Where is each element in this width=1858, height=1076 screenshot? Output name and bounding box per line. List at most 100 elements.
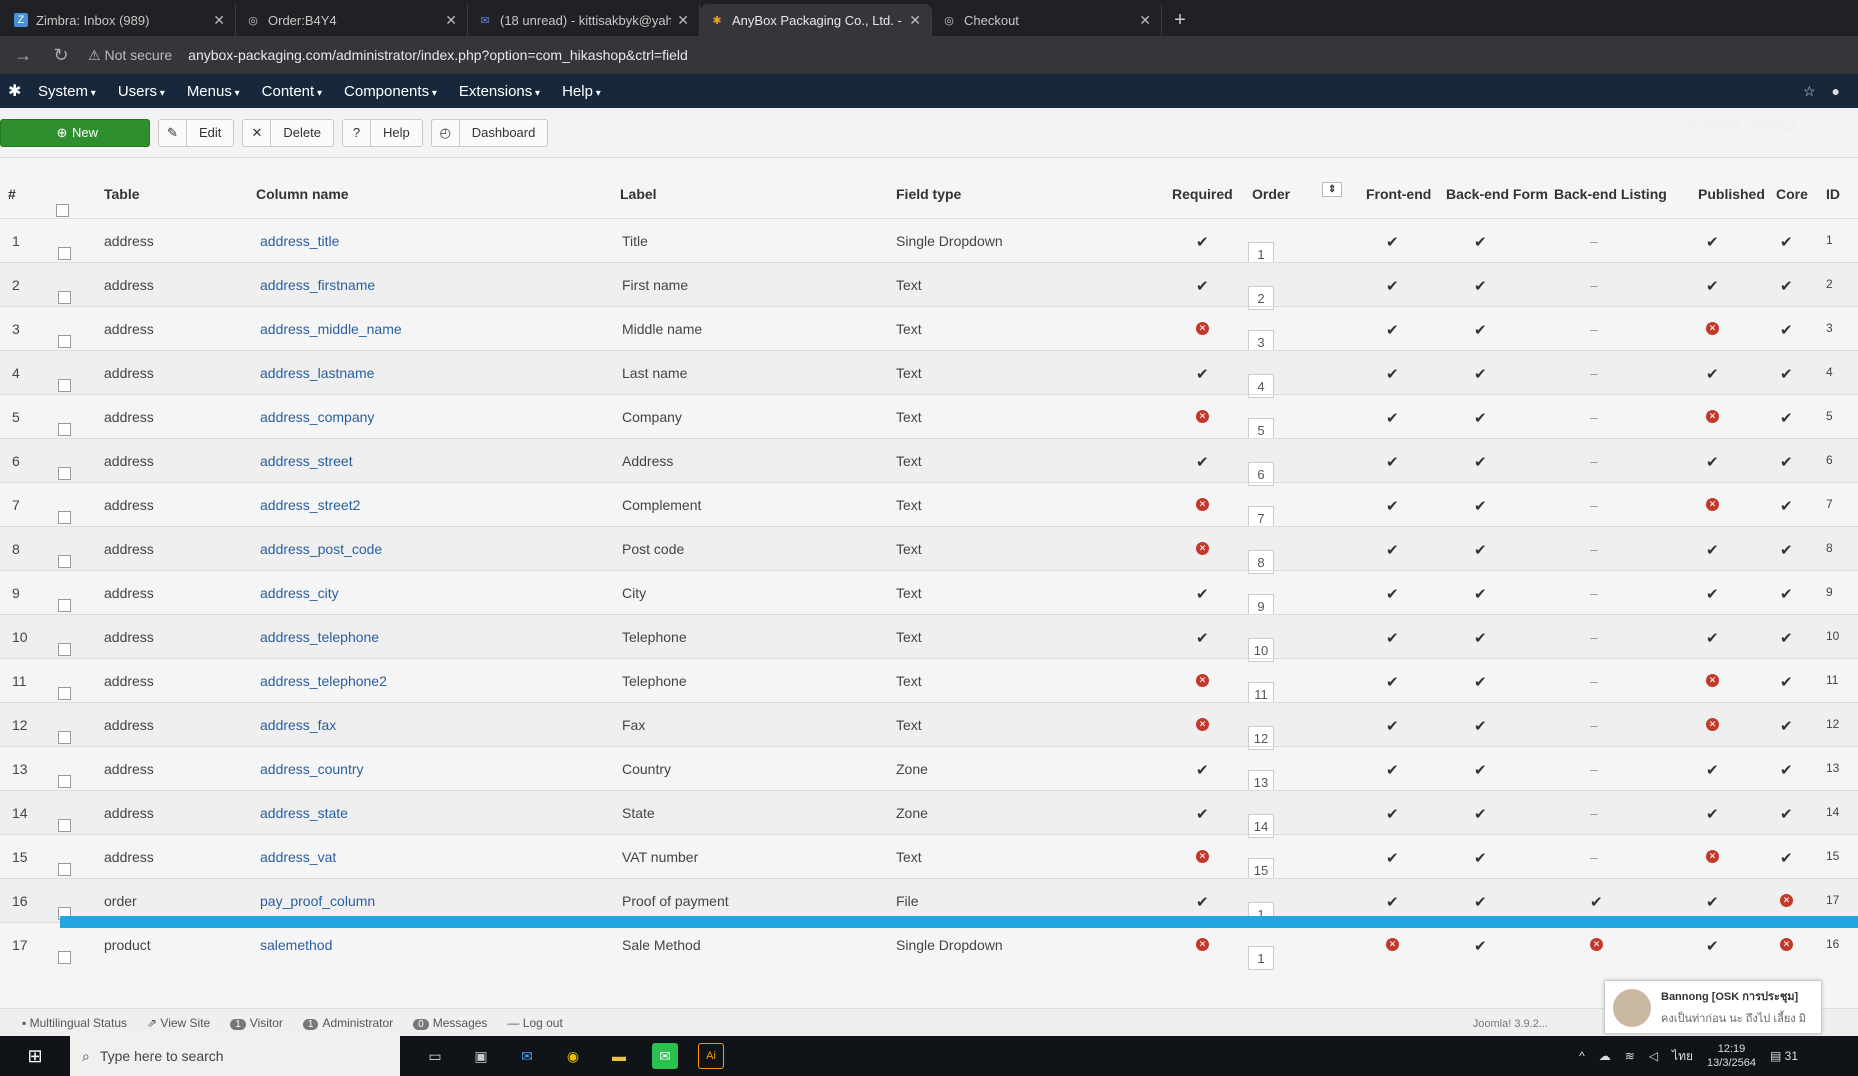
checkbox[interactable] bbox=[58, 423, 71, 436]
required-check-icon[interactable]: ✔ bbox=[1196, 629, 1209, 647]
core-cross-icon[interactable]: ✕ bbox=[1780, 938, 1793, 951]
menu-extensions[interactable]: Extensions bbox=[459, 83, 540, 100]
core-check-icon[interactable]: ✔ bbox=[1780, 321, 1793, 339]
back-end-form-check-icon[interactable]: ✔ bbox=[1474, 893, 1487, 911]
core-check-icon[interactable]: ✔ bbox=[1780, 409, 1793, 427]
back-end-form-check-icon[interactable]: ✔ bbox=[1474, 717, 1487, 735]
core-cross-icon[interactable]: ✕ bbox=[1780, 894, 1793, 907]
logout-link[interactable]: — Log out bbox=[507, 1016, 562, 1030]
front-end-check-icon[interactable]: ✔ bbox=[1386, 629, 1399, 647]
published-check-icon[interactable]: ✔ bbox=[1706, 761, 1719, 779]
joomla-logo-icon[interactable]: ✱ bbox=[8, 81, 28, 101]
checkbox[interactable] bbox=[58, 291, 71, 304]
wifi-icon[interactable]: ≋ bbox=[1625, 1049, 1635, 1063]
back-end-form-check-icon[interactable]: ✔ bbox=[1474, 761, 1487, 779]
table-row[interactable]: 4 address address_lastname Last name Tex… bbox=[0, 350, 1858, 398]
required-check-icon[interactable]: ✔ bbox=[1196, 893, 1209, 911]
required-check-icon[interactable]: ✔ bbox=[1196, 277, 1209, 295]
front-end-check-icon[interactable]: ✔ bbox=[1386, 409, 1399, 427]
checkbox[interactable] bbox=[58, 555, 71, 568]
table-row[interactable]: 8 address address_post_code Post code Te… bbox=[0, 526, 1858, 574]
header-label[interactable]: Label bbox=[620, 186, 657, 202]
required-check-icon[interactable]: ✔ bbox=[1196, 585, 1209, 603]
core-check-icon[interactable]: ✔ bbox=[1780, 805, 1793, 823]
core-check-icon[interactable]: ✔ bbox=[1780, 629, 1793, 647]
save-order-icon[interactable]: ⇕ bbox=[1322, 182, 1343, 197]
published-check-icon[interactable]: ✔ bbox=[1706, 805, 1719, 823]
menu-menus[interactable]: Menus bbox=[187, 83, 240, 100]
core-check-icon[interactable]: ✔ bbox=[1780, 761, 1793, 779]
language-indicator[interactable]: ไทย bbox=[1672, 1047, 1693, 1066]
checkbox[interactable] bbox=[58, 731, 71, 744]
header-required[interactable]: Required bbox=[1172, 186, 1233, 202]
row-column-name-link[interactable]: address_post_code bbox=[260, 541, 382, 557]
chevron-up-icon[interactable]: ^ bbox=[1579, 1049, 1585, 1063]
back-end-form-check-icon[interactable]: ✔ bbox=[1474, 409, 1487, 427]
table-row[interactable]: 9 address address_city City Text ✔ ▲ ▼ 9… bbox=[0, 570, 1858, 618]
clock[interactable]: 12:19 13/3/2564 bbox=[1707, 1042, 1756, 1070]
back-end-form-check-icon[interactable]: ✔ bbox=[1474, 277, 1487, 295]
front-end-check-icon[interactable]: ✔ bbox=[1386, 233, 1399, 251]
task-view-icon[interactable]: ▭ bbox=[422, 1043, 448, 1069]
published-cross-icon[interactable]: ✕ bbox=[1706, 850, 1719, 863]
table-row[interactable]: 12 address address_fax Fax Text ✕ ▲ ▼ 12… bbox=[0, 702, 1858, 750]
header-published[interactable]: Published bbox=[1698, 186, 1765, 202]
front-end-check-icon[interactable]: ✔ bbox=[1386, 849, 1399, 867]
front-end-check-icon[interactable]: ✔ bbox=[1386, 585, 1399, 603]
required-cross-icon[interactable]: ✕ bbox=[1196, 322, 1209, 335]
row-column-name-link[interactable]: address_street bbox=[260, 453, 353, 469]
illustrator-icon[interactable]: Ai bbox=[698, 1043, 724, 1069]
front-end-check-icon[interactable]: ✔ bbox=[1386, 717, 1399, 735]
front-end-check-icon[interactable]: ✔ bbox=[1386, 497, 1399, 515]
row-column-name-link[interactable]: address_telephone2 bbox=[260, 673, 387, 689]
url-field[interactable]: anybox-packaging.com/administrator/index… bbox=[188, 47, 688, 63]
reload-icon[interactable]: ↻ bbox=[50, 45, 72, 66]
required-check-icon[interactable]: ✔ bbox=[1196, 365, 1209, 383]
checkbox[interactable] bbox=[58, 775, 71, 788]
front-end-check-icon[interactable]: ✔ bbox=[1386, 277, 1399, 295]
header-front-end[interactable]: Front-end bbox=[1366, 186, 1431, 202]
chrome-icon[interactable]: ◉ bbox=[560, 1043, 586, 1069]
notification-center-icon[interactable]: ▤ 31 bbox=[1770, 1049, 1798, 1063]
delete-button[interactable]: ✕ Delete bbox=[242, 118, 334, 147]
taskbar-search-input[interactable]: ⌕ Type here to search bbox=[70, 1036, 400, 1076]
published-check-icon[interactable]: ✔ bbox=[1706, 893, 1719, 911]
required-check-icon[interactable]: ✔ bbox=[1196, 805, 1209, 823]
checkbox[interactable] bbox=[58, 863, 71, 876]
row-column-name-link[interactable]: salemethod bbox=[260, 937, 332, 953]
dashboard-button[interactable]: ◴ Dashboard bbox=[430, 118, 549, 147]
view-site-link[interactable]: ⇗ View Site bbox=[147, 1016, 210, 1030]
required-cross-icon[interactable]: ✕ bbox=[1196, 542, 1209, 555]
edit-button[interactable]: ✎ Edit bbox=[158, 118, 235, 147]
close-tab-icon[interactable]: ✕ bbox=[1139, 12, 1151, 29]
table-row[interactable]: 7 address address_street2 Complement Tex… bbox=[0, 482, 1858, 530]
published-cross-icon[interactable]: ✕ bbox=[1706, 674, 1719, 687]
visitor-status[interactable]: 1 Visitor bbox=[230, 1016, 283, 1030]
row-column-name-link[interactable]: address_telephone bbox=[260, 629, 379, 645]
back-end-form-check-icon[interactable]: ✔ bbox=[1474, 805, 1487, 823]
required-check-icon[interactable]: ✔ bbox=[1196, 761, 1209, 779]
checkbox[interactable] bbox=[58, 335, 71, 348]
core-check-icon[interactable]: ✔ bbox=[1780, 233, 1793, 251]
row-column-name-link[interactable]: address_title bbox=[260, 233, 339, 249]
required-cross-icon[interactable]: ✕ bbox=[1196, 718, 1209, 731]
table-row[interactable]: 6 address address_street Address Text ✔ … bbox=[0, 438, 1858, 486]
required-check-icon[interactable]: ✔ bbox=[1196, 453, 1209, 471]
checkbox[interactable] bbox=[58, 467, 71, 480]
profile-icon[interactable]: ● bbox=[1832, 83, 1840, 100]
front-end-check-icon[interactable]: ✔ bbox=[1386, 541, 1399, 559]
row-column-name-link[interactable]: pay_proof_column bbox=[260, 893, 375, 909]
table-row[interactable]: 5 address address_company Company Text ✕… bbox=[0, 394, 1858, 442]
security-indicator[interactable]: ⚠ Not secure bbox=[88, 47, 172, 64]
row-column-name-link[interactable]: address_lastname bbox=[260, 365, 374, 381]
close-tab-icon[interactable]: ✕ bbox=[445, 12, 457, 29]
header-back-end-form[interactable]: Back-end Form bbox=[1446, 186, 1548, 202]
checkbox[interactable] bbox=[58, 643, 71, 656]
menu-components[interactable]: Components bbox=[344, 83, 437, 100]
core-check-icon[interactable]: ✔ bbox=[1780, 849, 1793, 867]
chat-notification[interactable]: Bannong [OSK การประชุม] คงเป็นท่าก่อน นะ… bbox=[1604, 980, 1822, 1034]
front-end-check-icon[interactable]: ✔ bbox=[1386, 453, 1399, 471]
table-row[interactable]: 11 address address_telephone2 Telephone … bbox=[0, 658, 1858, 706]
core-check-icon[interactable]: ✔ bbox=[1780, 277, 1793, 295]
front-end-check-icon[interactable]: ✔ bbox=[1386, 321, 1399, 339]
